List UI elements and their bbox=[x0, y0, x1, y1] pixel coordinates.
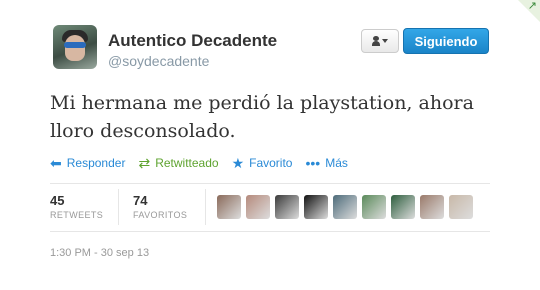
favorites-stat[interactable]: 74 FAVORITOS bbox=[133, 193, 187, 220]
favoriter-avatar[interactable] bbox=[304, 195, 328, 219]
tweet-actions: ⬅ Responder ⇄ Retwitteado ★ Favorito •••… bbox=[50, 156, 361, 170]
following-button[interactable]: Siguiendo bbox=[403, 28, 489, 54]
favoriter-avatar[interactable] bbox=[391, 195, 415, 219]
retweets-count: 45 bbox=[50, 193, 65, 208]
favoriter-avatar[interactable] bbox=[449, 195, 473, 219]
favoriter-avatar[interactable] bbox=[275, 195, 299, 219]
more-icon: ••• bbox=[305, 155, 321, 171]
favorite-label: Favorito bbox=[249, 156, 293, 170]
tweet-text: Mi hermana me perdió la playstation, aho… bbox=[50, 92, 474, 142]
star-icon: ★ bbox=[231, 155, 245, 171]
favorite-action[interactable]: ★ Favorito bbox=[232, 156, 293, 170]
avatar[interactable] bbox=[53, 25, 97, 69]
retweet-label: Retwitteado bbox=[155, 156, 219, 170]
tweet-timestamp[interactable]: 1:30 PM - 30 sep 13 bbox=[50, 247, 149, 259]
corner-arrow-icon[interactable]: ↗ bbox=[528, 1, 537, 12]
retweets-stat[interactable]: 45 RETWEETS bbox=[50, 193, 103, 220]
stat-divider bbox=[118, 189, 119, 225]
display-name[interactable]: Autentico Decadente bbox=[108, 31, 277, 51]
retweet-icon: ⇄ bbox=[138, 155, 151, 171]
stat-divider bbox=[205, 189, 206, 225]
user-actions-button[interactable] bbox=[361, 29, 399, 53]
favoriter-avatar[interactable] bbox=[362, 195, 386, 219]
user-handle[interactable]: @soydecadente bbox=[108, 53, 209, 69]
reply-label: Responder bbox=[66, 156, 126, 170]
divider bbox=[50, 183, 490, 184]
favoriter-avatar[interactable] bbox=[420, 195, 444, 219]
chevron-down-icon bbox=[382, 39, 388, 43]
favoriter-avatars bbox=[217, 195, 478, 219]
reply-action[interactable]: ⬅ Responder bbox=[50, 156, 125, 170]
favorites-label: FAVORITOS bbox=[133, 210, 188, 220]
favorites-count: 74 bbox=[133, 193, 148, 208]
more-action[interactable]: ••• Más bbox=[305, 156, 347, 170]
reply-icon: ⬅ bbox=[50, 155, 62, 171]
favoriter-avatar[interactable] bbox=[217, 195, 241, 219]
favoriter-avatar[interactable] bbox=[246, 195, 270, 219]
retweets-label: RETWEETS bbox=[50, 210, 104, 220]
favoriter-avatar[interactable] bbox=[333, 195, 357, 219]
divider bbox=[50, 231, 490, 232]
retweet-action[interactable]: ⇄ Retwitteado bbox=[138, 156, 218, 170]
person-icon bbox=[372, 36, 380, 46]
more-label: Más bbox=[325, 156, 348, 170]
